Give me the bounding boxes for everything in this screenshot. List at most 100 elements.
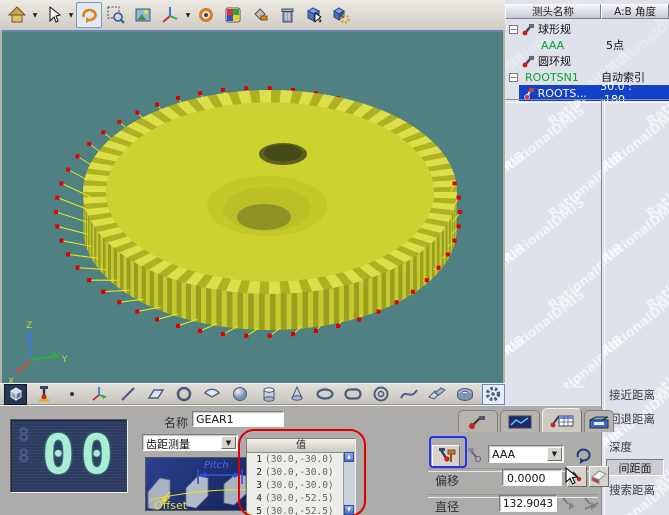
diameter-label: 直径 [435,498,459,515]
probe-small-icon[interactable] [466,447,484,465]
list-item[interactable]: 1(30.0,-30.0) [247,453,355,466]
probe-tree-header: 测头名称 A:B 角度 [505,4,669,19]
column-ab-angle[interactable]: A:B 角度 [601,4,669,19]
list-scrollbar[interactable]: ▲ ▼ [343,452,355,515]
column-probe-name[interactable]: 测头名称 [505,4,601,19]
color-palette-icon[interactable] [220,2,246,28]
panel-divider[interactable] [601,100,605,515]
wedge-icon[interactable] [426,384,449,405]
expand-icon[interactable]: − [509,73,518,82]
zoom-window-icon[interactable] [103,2,129,28]
axes-dropdown-caret[interactable]: ▼ [184,12,192,19]
3d-viewport[interactable]: ZYX [2,30,503,383]
name-label: 名称 [164,414,188,431]
slot-icon[interactable] [341,384,364,405]
sphere-icon[interactable] [229,384,252,405]
refresh-icon[interactable] [572,444,594,466]
watermark-text: RationalDMIS [546,333,601,388]
list-item[interactable]: 5(30.0,-52.5) [247,505,355,515]
probe-hammer-icon [435,447,457,465]
select-dropdown-caret[interactable]: ▼ [67,12,75,19]
circle-icon[interactable] [173,384,196,405]
list-item[interactable]: 2(30.0,-30.0) [247,466,355,479]
tab-data[interactable] [584,410,614,432]
point-icon[interactable] [60,384,83,405]
home-dropdown-caret[interactable]: ▼ [31,12,39,19]
view-orbit-icon[interactable] [193,2,219,28]
value-column-header[interactable]: 值 [247,439,355,453]
cone-icon[interactable] [285,384,308,405]
scroll-down-icon[interactable]: ▼ [344,505,354,515]
curve-icon[interactable] [398,384,421,405]
select-cursor-icon[interactable] [40,2,66,28]
tree-row-sphere-gauge[interactable]: − 球形规 [509,21,669,37]
render-tools-icon[interactable] [247,2,273,28]
depth-label[interactable]: 深度 [609,439,632,455]
teach-point-button[interactable] [567,466,587,487]
cad-model-icon[interactable] [4,384,27,405]
probe-build-button[interactable] [432,445,460,467]
delete-icon[interactable] [274,2,300,28]
coordinate-system-icon[interactable] [88,384,111,405]
watermark-text: RationalDMIS [505,195,588,268]
tree-label: 球形规 [538,21,571,37]
arc-icon[interactable] [201,384,224,405]
ring-icon[interactable] [369,384,392,405]
list-item[interactable]: 3(30.0,-30.0) [247,479,355,492]
stop-disabled-icon [582,495,600,513]
approach-distance-label[interactable]: 接近距离 [609,387,655,403]
watermark-text: RationalDMIS [603,195,669,268]
watermark-text: RationalDMIS [546,100,601,130]
expand-icon[interactable]: − [509,25,518,34]
run-disabled-icon [560,495,578,513]
offset-label: Offset [154,499,188,510]
tree-label: ROOTS... [538,87,600,100]
clear-button[interactable] [589,466,609,487]
tab-graph[interactable] [500,410,540,432]
watermark-text: RationalDMIS [505,287,588,360]
probe-select-dropdown[interactable]: AAA ▼ [488,445,564,463]
tree-label: 圆环规 [538,53,571,69]
watermark-text: RationalDMIS [603,287,669,360]
point-counter-display: 8 8 00 [10,419,128,493]
home-icon[interactable] [4,2,30,28]
probe-icon [521,55,535,68]
image-view-icon[interactable] [130,2,156,28]
probe-icon [522,87,536,100]
line-icon[interactable] [116,384,139,405]
ellipse-icon[interactable] [313,384,336,405]
feature-toolbar [0,383,505,405]
search-distance-label[interactable]: 搜索距离 [609,482,655,498]
disk-icon[interactable] [454,384,477,405]
tree-angle: 5点 [606,37,624,53]
gear-icon[interactable] [482,384,505,405]
chevron-down-icon[interactable]: ▼ [221,436,236,449]
name-field[interactable]: GEAR1 [192,411,284,427]
coordinate-axes-icon[interactable] [157,2,183,28]
retract-distance-label[interactable]: 回退距离 [609,411,655,427]
tree-row-aaa[interactable]: AAA 5点 [505,37,669,53]
watermark-text: RationalDMIS [505,333,528,388]
watermark-text: RationalDMIS [505,379,588,388]
rotate-view-icon[interactable] [76,2,102,28]
tree-row-ring-gauge[interactable]: 圆环规 [509,53,669,69]
spacing-face-field[interactable]: 间距面 [606,459,664,476]
tab-table[interactable] [542,408,582,432]
watermark-text: RationalDMIS [546,149,601,222]
chevron-down-icon[interactable]: ▼ [547,447,562,461]
diameter-field[interactable]: 132.9043 [499,495,557,512]
offset-field[interactable]: 0.0000 [502,469,562,486]
scroll-up-icon[interactable]: ▲ [344,452,354,462]
model-pick-icon[interactable] [301,2,327,28]
model-settings-icon[interactable] [328,2,354,28]
watermark-text: RationalDMIS [546,241,601,314]
tab-probe[interactable] [458,410,498,432]
gear-scene: ZYX [2,32,503,383]
measure-mode-dropdown[interactable]: 齿距测量 ▼ [142,434,238,451]
watermark-text: RationalDMIS [505,100,528,130]
probe-machine-icon[interactable] [32,384,55,405]
cylinder-icon[interactable] [257,384,280,405]
list-item[interactable]: 4(30.0,-52.5) [247,492,355,505]
value-list[interactable]: 值 1(30.0,-30.0) 2(30.0,-30.0) 3(30.0,-30… [246,438,356,515]
plane-icon[interactable] [145,384,168,405]
